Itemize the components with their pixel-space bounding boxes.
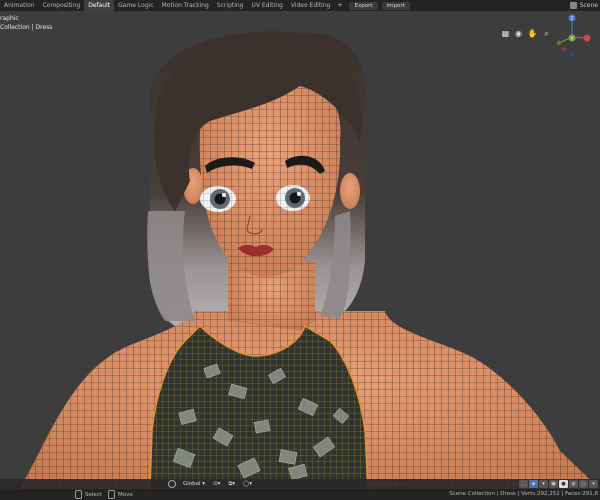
tab-motion-tracking[interactable]: Motion Tracking — [158, 0, 213, 11]
zoom-icon[interactable]: ⌕ — [541, 28, 552, 39]
view-name: raphic — [0, 15, 19, 22]
workspace-bar: Animation Compositing Default Game Logic… — [0, 0, 600, 11]
status-bar: Select Move Scene Collection | Dress | V… — [0, 489, 600, 500]
export-label: Export — [354, 2, 373, 9]
collection-info: Collection | Dress — [0, 24, 53, 31]
import-button[interactable]: Import — [381, 1, 410, 10]
scene-selector[interactable]: Scene — [569, 0, 600, 11]
orientation-icon — [168, 480, 176, 488]
gizmo-x-axis — [583, 34, 591, 42]
rendered-shading-button[interactable]: ○ — [579, 480, 588, 488]
move-hint: Move — [107, 490, 133, 499]
viewport-shading-dropdown[interactable]: ▾ — [539, 480, 548, 488]
gizmo-z-label: Z — [570, 16, 573, 22]
scene-icon — [569, 2, 577, 9]
select-hint: Select — [75, 490, 102, 499]
3d-viewport[interactable]: raphic Collection | Dress ▦ ◉ ✋ ⌕ Z Y — [0, 11, 600, 489]
scene-statistics: Scene Collection | Dress | Verts:292,252… — [449, 491, 598, 497]
solid-shading-button[interactable]: ● — [559, 480, 568, 488]
grid-icon[interactable]: ▦ — [500, 28, 511, 39]
tab-uv-editing[interactable]: UV Editing — [248, 0, 287, 11]
snap-toggle[interactable]: ⧉▾ — [225, 480, 238, 488]
hand-icon[interactable]: ✋ — [527, 28, 538, 39]
navigation-gizmo[interactable]: Z Y — [554, 13, 594, 59]
camera-icon[interactable]: ◉ — [513, 28, 524, 39]
tab-video-editing[interactable]: Video Editing — [287, 0, 335, 11]
gizmo-y-label: Y — [570, 36, 574, 42]
shading-options-dropdown[interactable]: ▾ — [589, 480, 598, 488]
mouse-left-icon — [75, 490, 82, 499]
select-hint-label: Select — [85, 491, 102, 498]
import-label: Import — [386, 2, 405, 9]
scene-label: Scene — [579, 2, 598, 9]
proportional-edit-toggle[interactable]: ◯▾ — [240, 480, 255, 488]
xray-toggle[interactable]: ◈ — [529, 480, 538, 488]
move-hint-label: Move — [117, 491, 133, 498]
export-button[interactable]: Export — [349, 1, 378, 10]
wireframe-shading-button[interactable]: ▣ — [549, 480, 558, 488]
tab-compositing[interactable]: Compositing — [39, 0, 85, 11]
tab-scripting[interactable]: Scripting — [213, 0, 248, 11]
overlay-toggle[interactable]: ⬚ — [519, 480, 528, 488]
add-workspace-button[interactable]: + — [334, 0, 345, 11]
mouse-right-icon — [107, 490, 115, 499]
viewport-header: Global ▾ ⊙▾ ⧉▾ ◯▾ ⬚ ◈ ▾ ▣ ● ◍ ○ ▾ — [0, 479, 600, 489]
pivot-point-dropdown[interactable]: ⊙▾ — [210, 480, 223, 488]
tab-animation[interactable]: Animation — [0, 0, 39, 11]
tab-game-logic[interactable]: Game Logic — [114, 0, 157, 11]
material-shading-button[interactable]: ◍ — [569, 480, 578, 488]
ear-right — [340, 173, 360, 209]
character-render — [0, 31, 600, 489]
tab-default[interactable]: Default — [84, 0, 115, 11]
transform-orientation-dropdown[interactable]: Global ▾ — [180, 480, 208, 488]
transform-orientation-label: Global — [183, 481, 201, 487]
